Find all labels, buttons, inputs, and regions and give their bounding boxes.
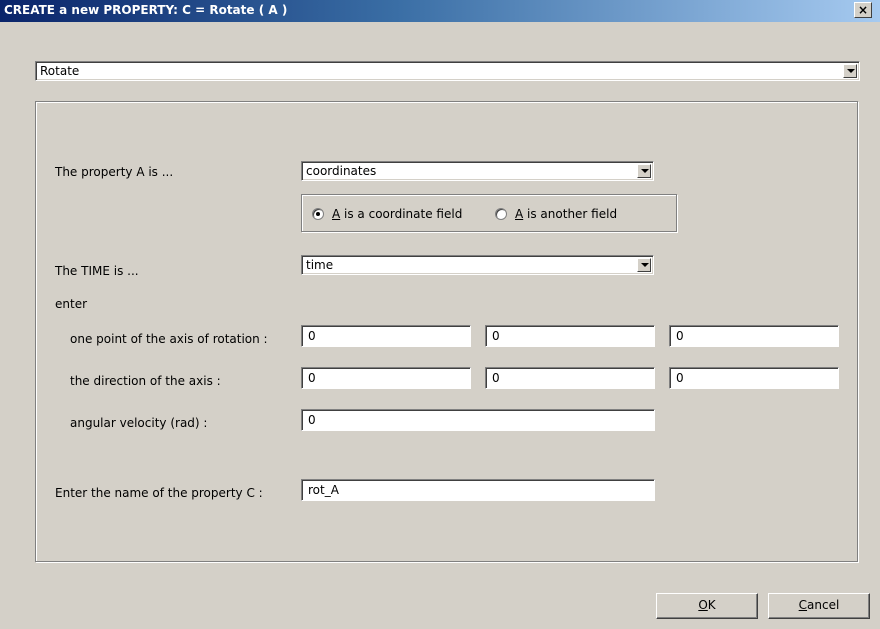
axis-point-label: one point of the axis of rotation : (70, 332, 268, 346)
title-bar: CREATE a new PROPERTY: C = Rotate ( A ) … (0, 0, 880, 22)
radio-another-field-label[interactable]: A is another field (515, 207, 617, 221)
property-c-label: Enter the name of the property C : (55, 486, 263, 500)
operation-select-value: Rotate (40, 64, 80, 78)
window-title: CREATE a new PROPERTY: C = Rotate ( A ) (4, 3, 288, 17)
axis-direction-z-input[interactable]: 0 (669, 367, 839, 389)
axis-point-y-input[interactable]: 0 (485, 325, 655, 347)
axis-point-z-input[interactable]: 0 (669, 325, 839, 347)
cancel-button[interactable]: Cancel (768, 593, 870, 619)
enter-label: enter (55, 297, 88, 311)
radio-coordinate-field[interactable] (312, 208, 324, 220)
time-label: The TIME is ... (55, 264, 139, 278)
operation-select[interactable]: Rotate (35, 61, 860, 81)
radio-coordinate-field-label[interactable]: A is a coordinate field (332, 207, 462, 221)
radio-another-field[interactable] (495, 208, 507, 220)
ok-button[interactable]: OK (656, 593, 758, 619)
axis-direction-y-input[interactable]: 0 (485, 367, 655, 389)
axis-point-x-input[interactable]: 0 (301, 325, 471, 347)
axis-direction-x-input[interactable]: 0 (301, 367, 471, 389)
close-icon: × (857, 3, 869, 17)
chevron-down-icon[interactable] (843, 64, 857, 78)
angular-velocity-label: angular velocity (rad) : (70, 416, 208, 430)
angular-velocity-input[interactable]: 0 (301, 409, 655, 431)
field-type-group: A is a coordinate field A is another fie… (301, 194, 677, 232)
time-select[interactable]: time (301, 255, 654, 275)
property-c-name-input[interactable]: rot_A (301, 479, 655, 501)
time-value: time (306, 258, 334, 272)
property-a-label: The property A is ... (55, 165, 174, 179)
close-button[interactable]: × (854, 2, 872, 18)
chevron-down-icon[interactable] (637, 258, 651, 272)
property-a-value: coordinates (306, 164, 377, 178)
axis-direction-label: the direction of the axis : (70, 374, 221, 388)
property-a-select[interactable]: coordinates (301, 161, 654, 181)
chevron-down-icon[interactable] (637, 164, 651, 178)
